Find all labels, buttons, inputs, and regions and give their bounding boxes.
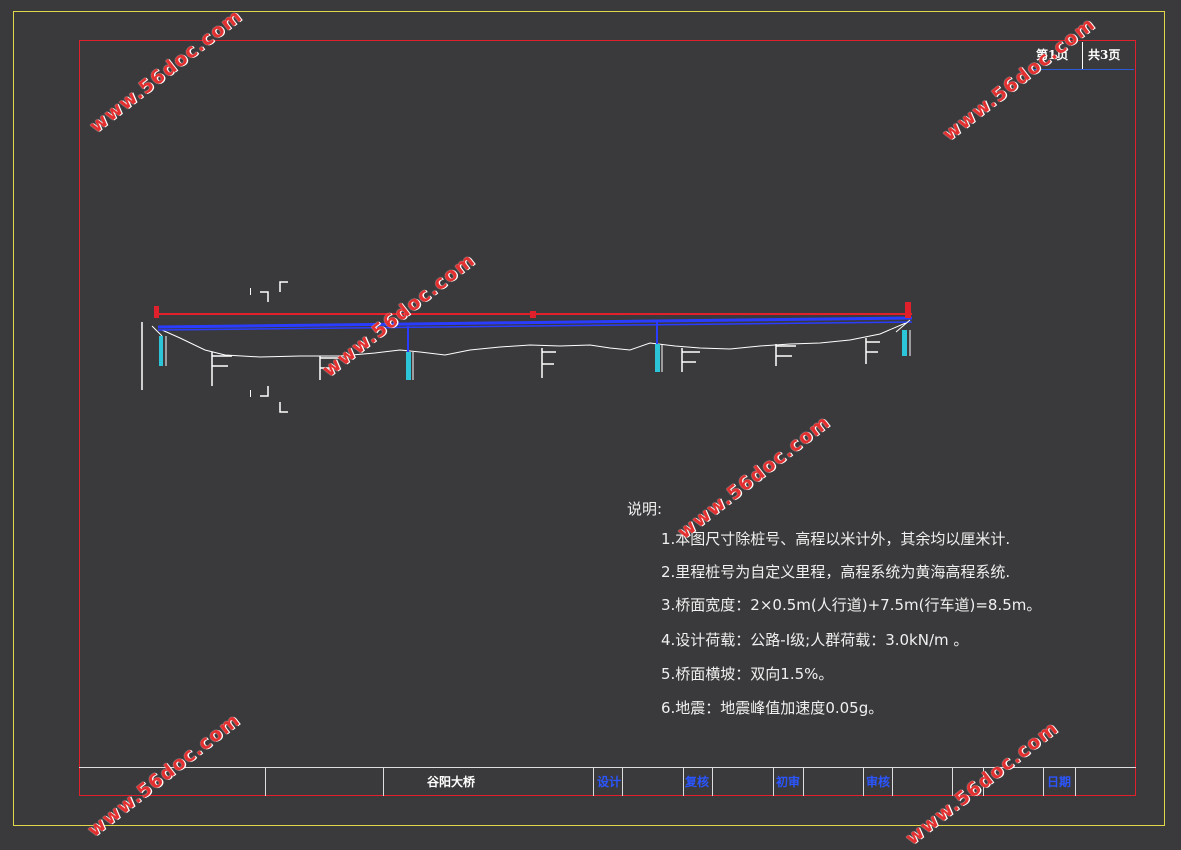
- right-abutment-pile: [902, 330, 907, 356]
- borehole-marker-5: [775, 344, 796, 366]
- review-label: 初审: [776, 775, 801, 789]
- borehole-marker-6: [865, 338, 880, 364]
- borehole-marker-3: [541, 348, 556, 378]
- pier-2-pile: [655, 344, 660, 372]
- dimension-start-mark: [154, 306, 159, 318]
- notes-title: 说明:: [627, 500, 663, 518]
- note-item-6: 6.地震：地震峰值加速度0.05g。: [661, 699, 884, 717]
- note-item-4: 4.设计荷载：公路-Ⅰ级;人群荷载：3.0kN/m 。: [661, 631, 969, 649]
- note-item-2: 2.里程桩号为自定义里程，高程系统为黄海高程系统.: [661, 563, 1011, 581]
- ground-profile-line: [161, 321, 909, 358]
- note-item-5: 5.桥面横坡：双向1.5%。: [661, 665, 834, 683]
- borehole-marker-1: [211, 352, 232, 386]
- design-label: 设计: [597, 775, 622, 789]
- note-item-1: 1.本图尺寸除桩号、高程以米计外，其余均以厘米计.: [661, 530, 1011, 548]
- section-label-top: I: [249, 287, 252, 298]
- pier-1-pile: [406, 352, 411, 380]
- bridge-elevation-drawing: [141, 281, 913, 413]
- note-item-3: 3.桥面宽度：2×0.5m(人行道)+7.5m(行车道)=8.5m。: [661, 596, 1042, 614]
- section-label-bottom: I: [249, 389, 252, 400]
- approve-label: 审核: [866, 775, 891, 789]
- left-abutment-pile: [159, 336, 163, 366]
- section-mark-top: [260, 281, 288, 302]
- project-name: 谷阳大桥: [427, 775, 476, 789]
- dimension-end-mark: [905, 302, 911, 318]
- date-label: 日期: [1047, 775, 1072, 789]
- recheck-label: 复核: [685, 775, 710, 789]
- dimension-center-mark: [530, 311, 536, 318]
- section-mark-bottom: [260, 386, 288, 413]
- borehole-marker-4: [681, 348, 700, 372]
